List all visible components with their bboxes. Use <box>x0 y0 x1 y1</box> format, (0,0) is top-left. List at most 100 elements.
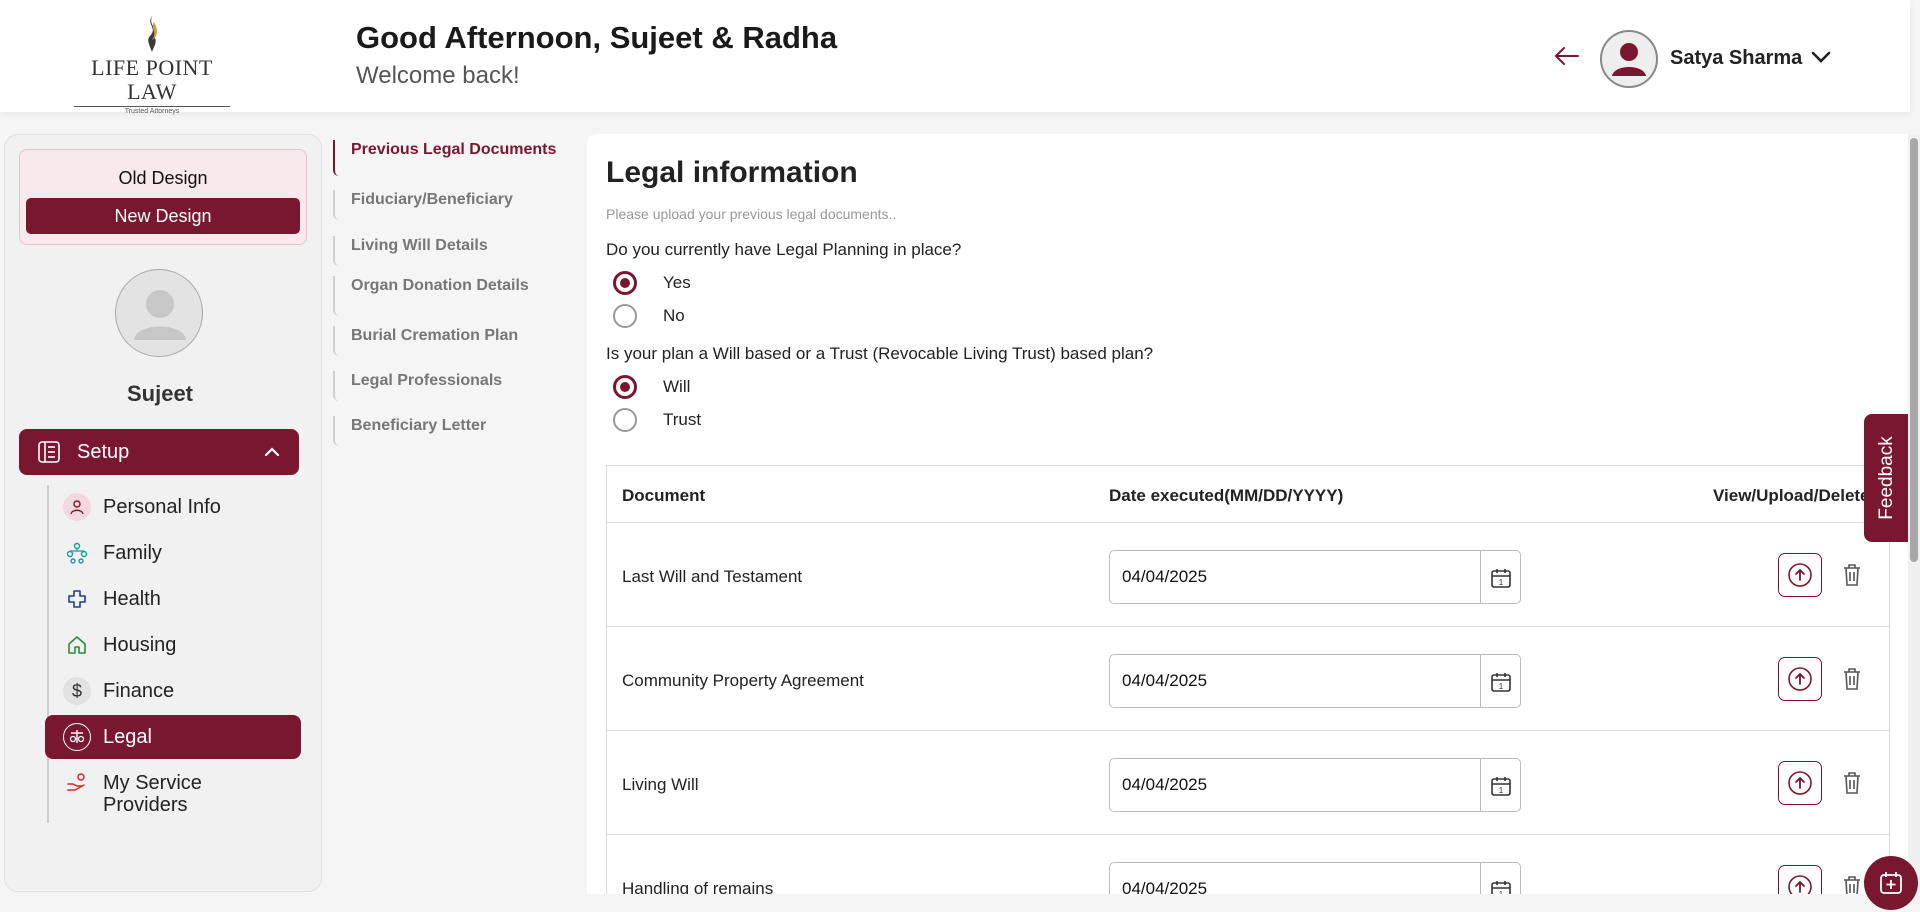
scrollbar-thumb[interactable] <box>1910 138 1918 562</box>
radio-label: Will <box>663 377 691 396</box>
date-input[interactable]: 04/04/2025 1 <box>1109 550 1521 604</box>
health-cross-icon <box>63 585 91 613</box>
sidebar-item-label: Health <box>103 588 161 610</box>
design-toggle-box: Old Design New Design <box>19 149 307 245</box>
svg-text:1: 1 <box>1499 578 1504 587</box>
logo-flame-icon <box>148 16 158 52</box>
date-input[interactable]: 04/04/2025 1 <box>1109 758 1521 812</box>
calendar-add-button[interactable] <box>1864 856 1918 910</box>
family-tree-icon <box>63 539 91 567</box>
sidebar-item-housing[interactable]: Housing <box>45 623 301 667</box>
subnav-living-will-details[interactable]: Living Will Details <box>333 236 573 266</box>
upload-button[interactable] <box>1778 761 1822 805</box>
trash-icon[interactable] <box>1841 875 1863 894</box>
logo[interactable]: LIFE POINT LAW Trusted Attorneys <box>66 14 238 115</box>
date-divider <box>1480 551 1481 603</box>
subnav-beneficiary-letter[interactable]: Beneficiary Letter <box>333 416 573 446</box>
table-row: Handling of remains 04/04/2025 1 <box>607 834 1889 894</box>
main-panel: Legal information Please upload your pre… <box>587 134 1910 894</box>
question-plan-type: Is your plan a Will based or a Trust (Re… <box>606 344 1154 363</box>
old-design-button[interactable]: Old Design <box>20 168 306 189</box>
chevron-down-icon[interactable] <box>1810 48 1832 66</box>
document-name: Community Property Agreement <box>622 671 864 690</box>
sidebar-item-family[interactable]: Family <box>45 531 301 575</box>
radio-label: No <box>663 306 685 325</box>
sidebar-item-finance[interactable]: $ Finance <box>45 669 301 713</box>
dollar-icon: $ <box>63 677 91 705</box>
feedback-tab[interactable]: Feedback <box>1864 414 1910 542</box>
date-value: 04/04/2025 <box>1122 567 1208 586</box>
subnav-fiduciary-beneficiary[interactable]: Fiduciary/Beneficiary <box>333 190 573 220</box>
radio-button[interactable] <box>613 375 637 399</box>
subnav-legal-professionals[interactable]: Legal Professionals <box>333 371 573 401</box>
calendar-icon[interactable]: 1 <box>1490 671 1512 693</box>
user-avatar[interactable] <box>1600 30 1658 88</box>
scales-icon <box>63 723 91 751</box>
left-sidebar: Old Design New Design Sujeet Setup Perso… <box>4 134 322 892</box>
profile-avatar[interactable] <box>115 269 203 357</box>
person-icon <box>63 493 91 521</box>
svg-text:1: 1 <box>1499 890 1504 894</box>
svg-text:1: 1 <box>1499 786 1504 795</box>
radio-label: Yes <box>663 273 691 292</box>
subnav-burial-cremation-plan[interactable]: Burial Cremation Plan <box>333 326 573 356</box>
setup-icon <box>38 441 60 463</box>
calendar-icon[interactable]: 1 <box>1490 775 1512 797</box>
radio-button[interactable] <box>613 304 637 328</box>
column-header-actions: View/Upload/Delete <box>1713 486 1870 505</box>
welcome-text: Welcome back! <box>356 62 520 89</box>
calendar-icon[interactable]: 1 <box>1490 567 1512 589</box>
column-header-document: Document <box>622 486 706 505</box>
house-icon <box>63 631 91 659</box>
greeting-title: Good Afternoon, Sujeet & Radha <box>356 20 838 55</box>
document-name: Last Will and Testament <box>622 567 803 586</box>
sidebar-item-label: Housing <box>103 634 177 656</box>
radio-button[interactable] <box>613 271 637 295</box>
cloud-upload-icon <box>1788 771 1812 795</box>
sidebar-item-label: Legal <box>103 726 152 748</box>
documents-table: Document Date executed(MM/DD/YYYY) View/… <box>606 465 1890 894</box>
date-value: 04/04/2025 <box>1122 671 1208 690</box>
user-name[interactable]: Satya Sharma <box>1670 47 1802 70</box>
back-arrow-icon[interactable] <box>1552 44 1580 68</box>
setup-section-button[interactable]: Setup <box>19 429 299 475</box>
sidebar-item-label: Family <box>103 542 162 564</box>
radio-button[interactable] <box>613 408 637 432</box>
date-divider <box>1480 655 1481 707</box>
table-row: Living Will 04/04/2025 1 <box>607 730 1889 834</box>
date-input[interactable]: 04/04/2025 1 <box>1109 654 1521 708</box>
calendar-icon[interactable]: 1 <box>1490 879 1512 894</box>
trash-icon[interactable] <box>1841 563 1863 587</box>
upload-button[interactable] <box>1778 865 1822 894</box>
profile-name: Sujeet <box>126 381 194 406</box>
table-row: Community Property Agreement 04/04/2025 … <box>607 626 1889 730</box>
page-subtitle: Please upload your previous legal docume… <box>606 206 897 222</box>
date-divider <box>1480 759 1481 811</box>
document-name: Handling of remains <box>622 879 774 894</box>
sidebar-item-legal[interactable]: Legal <box>45 715 301 759</box>
column-header-date: Date executed(MM/DD/YYYY) <box>1109 486 1344 505</box>
sidebar-item-my-service-providers[interactable]: My Service Providers <box>45 761 301 825</box>
sidebar-item-health[interactable]: Health <box>45 577 301 621</box>
user-avatar-icon <box>1612 43 1646 76</box>
subnav-organ-donation-details[interactable]: Organ Donation Details <box>333 276 573 316</box>
upload-button[interactable] <box>1778 553 1822 597</box>
service-provider-icon <box>63 769 91 797</box>
calendar-plus-icon <box>1880 872 1902 894</box>
trash-icon[interactable] <box>1841 667 1863 691</box>
date-input[interactable]: 04/04/2025 1 <box>1109 862 1521 894</box>
sidebar-item-personal-info[interactable]: Personal Info <box>45 485 301 529</box>
top-header: LIFE POINT LAW Trusted Attorneys Good Af… <box>0 0 1910 115</box>
cloud-upload-icon <box>1788 875 1812 894</box>
sidebar-item-label: Personal Info <box>103 496 221 518</box>
chevron-up-icon[interactable] <box>263 443 281 461</box>
trash-icon[interactable] <box>1841 771 1863 795</box>
date-value: 04/04/2025 <box>1122 775 1208 794</box>
sidebar-item-label: Finance <box>103 680 175 702</box>
upload-button[interactable] <box>1778 657 1822 701</box>
scrollbar[interactable] <box>1908 134 1920 904</box>
new-design-button[interactable]: New Design <box>26 198 300 234</box>
subnav-previous-legal-documents[interactable]: Previous Legal Documents <box>333 140 573 176</box>
profile-placeholder-icon <box>134 290 186 340</box>
logo-tagline: Trusted Attorneys <box>74 106 230 115</box>
